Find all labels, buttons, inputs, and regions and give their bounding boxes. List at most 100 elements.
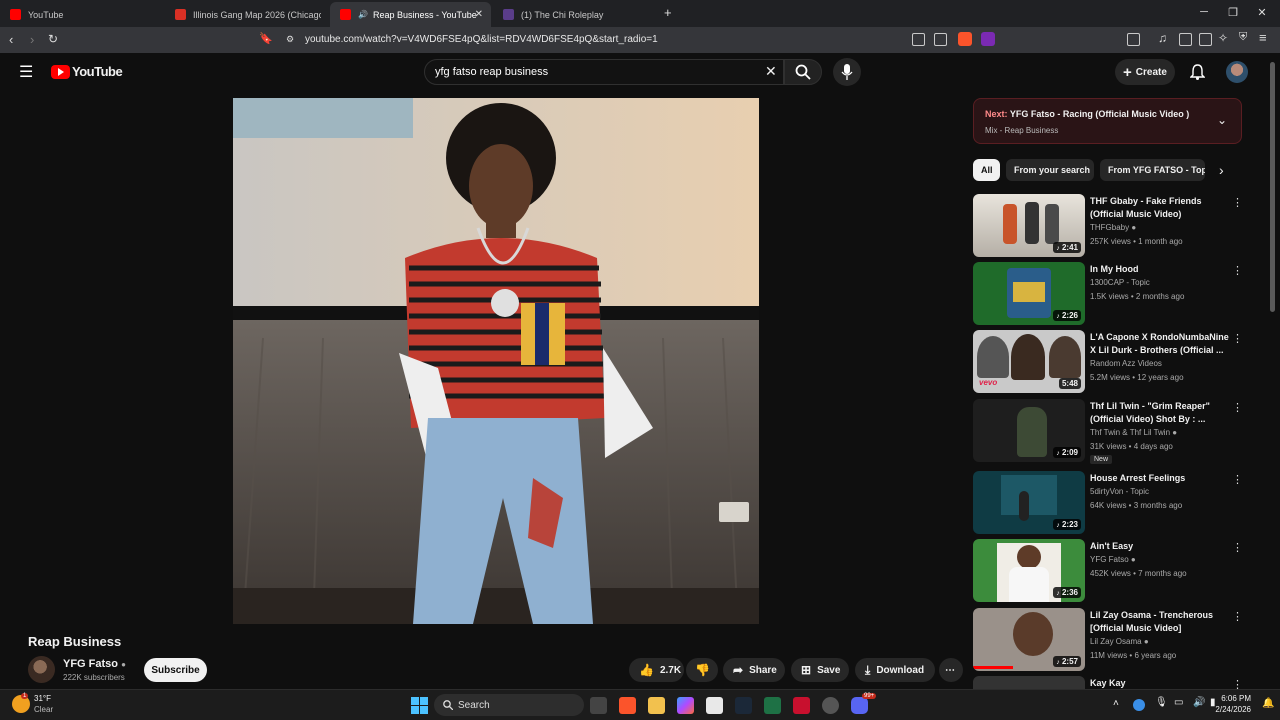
tab-label: Illinois Gang Map 2026 (Chicago & S: [193, 9, 321, 20]
voice-search-button[interactable]: [833, 58, 861, 86]
windows-start-icon[interactable]: [411, 697, 428, 714]
video-thumbnail[interactable]: vevo 5:48: [973, 330, 1085, 393]
recommendation-item[interactable]: ♪ 2:36 Ain't Easy YFG Fatso ● 452K views…: [973, 539, 1245, 605]
clock-time[interactable]: 6:06 PM: [1213, 694, 1251, 703]
excel-icon[interactable]: [764, 697, 781, 714]
create-button[interactable]: + Create: [1115, 59, 1175, 85]
site-info-icon[interactable]: ⚙: [286, 34, 294, 45]
restore-icon[interactable]: ❐: [1223, 6, 1243, 19]
create-label: Create: [1135, 66, 1167, 78]
youtube-logo-text[interactable]: YouTube: [72, 64, 123, 79]
more-actions-button[interactable]: ⋯: [939, 658, 963, 682]
tab-gang-map[interactable]: Illinois Gang Map 2026 (Chicago & S: [165, 2, 328, 27]
more-vertical-icon[interactable]: ⋮: [1232, 332, 1243, 345]
video-thumbnail[interactable]: ♪ 2:26: [973, 262, 1085, 325]
more-vertical-icon[interactable]: ⋮: [1232, 264, 1243, 277]
file-explorer-icon[interactable]: [648, 697, 665, 714]
recommendation-item[interactable]: ♪ 2:57 Lil Zay Osama - Trencherous [Offi…: [973, 608, 1245, 674]
dislike-button[interactable]: 👎: [686, 658, 718, 682]
microphone-tray-icon[interactable]: 🎙: [1155, 697, 1168, 708]
media-control-icon[interactable]: ♫: [1158, 31, 1167, 45]
brave-rewards-icon[interactable]: [981, 32, 995, 46]
brave-browser-icon[interactable]: [619, 697, 636, 714]
recommendation-item[interactable]: ♪ 2:23 House Arrest Feelings 5dirtyVon -…: [973, 471, 1245, 537]
back-icon[interactable]: ‹: [9, 32, 13, 47]
forward-icon[interactable]: ›: [30, 32, 34, 47]
tray-app-icon[interactable]: [1133, 699, 1145, 711]
more-vertical-icon[interactable]: ⋮: [1232, 473, 1243, 486]
bookmark-icon[interactable]: 🔖: [259, 32, 273, 45]
video-thumbnail[interactable]: ♪ 2:09: [973, 399, 1085, 462]
like-button[interactable]: 👍 2.7K: [629, 658, 684, 682]
wallet-icon[interactable]: [1199, 33, 1212, 46]
chevron-right-icon[interactable]: ›: [1219, 162, 1224, 178]
notification-center-icon[interactable]: 🔔: [1262, 698, 1274, 709]
video-thumbnail[interactable]: ♪ 2:41: [973, 194, 1085, 257]
search-input[interactable]: yfg fatso reap business ✕: [424, 59, 784, 85]
share-page-icon[interactable]: [934, 33, 947, 46]
channel-avatar[interactable]: [28, 656, 55, 683]
close-tab-icon[interactable]: ✕: [475, 9, 483, 20]
recommendation-item[interactable]: ♪ 2:26 In My Hood 1300CAP - Topic 1.5K v…: [973, 262, 1245, 328]
steam-icon[interactable]: [735, 697, 752, 714]
minimize-icon[interactable]: ─: [1194, 6, 1214, 18]
app-icon[interactable]: [822, 697, 839, 714]
video-player[interactable]: [233, 98, 759, 624]
chevron-down-icon[interactable]: ⌄: [1217, 113, 1227, 127]
more-vertical-icon[interactable]: ⋮: [1232, 610, 1243, 623]
chip-all[interactable]: All: [973, 159, 1000, 181]
clock-date[interactable]: 2/24/2026: [1207, 705, 1251, 714]
taskbar-search[interactable]: Search: [434, 694, 584, 716]
subscribe-button[interactable]: Subscribe: [144, 658, 207, 682]
new-tab-button[interactable]: +: [664, 5, 672, 20]
tab-youtube[interactable]: YouTube: [0, 2, 165, 27]
cast-icon[interactable]: [912, 33, 925, 46]
more-vertical-icon[interactable]: ⋮: [1232, 678, 1243, 689]
youtube-logo-icon[interactable]: [51, 65, 70, 79]
channel-name[interactable]: YFG Fatso ●: [63, 658, 126, 670]
brave-shield-icon[interactable]: [958, 32, 972, 46]
search-button[interactable]: [784, 59, 822, 85]
recommendation-item[interactable]: ♪ 2:41 THF Gbaby - Fake Friends (Officia…: [973, 194, 1245, 260]
more-vertical-icon[interactable]: ⋮: [1232, 196, 1243, 209]
close-window-icon[interactable]: ✕: [1252, 6, 1272, 19]
sidebar-toggle-icon[interactable]: [1179, 33, 1192, 46]
network-icon[interactable]: ▭: [1174, 697, 1183, 708]
save-button[interactable]: ⊞ Save: [791, 658, 849, 682]
recommendation-item[interactable]: ♪ 2:09 Thf Lil Twin - "Grim Reaper" (Off…: [973, 399, 1245, 465]
copilot-icon[interactable]: [677, 697, 694, 714]
site-favicon-icon: [503, 9, 514, 20]
recommendation-item[interactable]: vevo 5:48 L'A Capone X RondoNumbaNine X …: [973, 330, 1245, 396]
system-tray-chevron-icon[interactable]: ˄: [1113, 698, 1119, 709]
microsoft-store-icon[interactable]: [706, 697, 723, 714]
tab-chi-roleplay[interactable]: (1) The Chi Roleplay: [493, 2, 656, 27]
adobe-icon[interactable]: [793, 697, 810, 714]
more-vertical-icon[interactable]: ⋮: [1232, 541, 1243, 554]
hamburger-menu-icon[interactable]: ☰: [19, 62, 33, 82]
menu-icon[interactable]: ≡: [1259, 30, 1267, 45]
discord-icon[interactable]: [851, 697, 868, 714]
clear-search-icon[interactable]: ✕: [765, 63, 777, 80]
screenshot-icon[interactable]: [1127, 33, 1140, 46]
task-view-icon[interactable]: [590, 697, 607, 714]
chip-from-search[interactable]: From your search: [1006, 159, 1094, 181]
video-thumbnail[interactable]: [973, 676, 1085, 689]
reload-icon[interactable]: ↻: [48, 32, 58, 46]
video-thumbnail[interactable]: ♪ 2:36: [973, 539, 1085, 602]
page-scrollbar[interactable]: [1270, 62, 1275, 312]
vpn-icon[interactable]: ⛨: [1239, 31, 1247, 44]
leo-ai-icon[interactable]: ✧: [1218, 31, 1228, 45]
share-button[interactable]: ➦ Share: [723, 658, 785, 682]
up-next-panel[interactable]: Next: YFG Fatso - Racing (Official Music…: [973, 98, 1242, 144]
volume-icon[interactable]: 🔊: [1193, 697, 1205, 708]
tab-reap-business[interactable]: 🔊 Reap Business - YouTube ✕: [330, 2, 491, 27]
recommendation-item[interactable]: Kay Kay ⋮: [973, 676, 1245, 689]
video-thumbnail[interactable]: ♪ 2:57: [973, 608, 1085, 671]
address-bar[interactable]: youtube.com/watch?v=V4WD6FSE4pQ&list=RDV…: [305, 34, 658, 45]
account-avatar[interactable]: [1226, 61, 1248, 83]
more-vertical-icon[interactable]: ⋮: [1232, 401, 1243, 414]
video-thumbnail[interactable]: ♪ 2:23: [973, 471, 1085, 534]
chip-from-topic[interactable]: From YFG FATSO - Topic: [1100, 159, 1205, 181]
notifications-bell-icon[interactable]: [1190, 64, 1205, 80]
download-button[interactable]: ⤓ Download: [855, 658, 935, 682]
